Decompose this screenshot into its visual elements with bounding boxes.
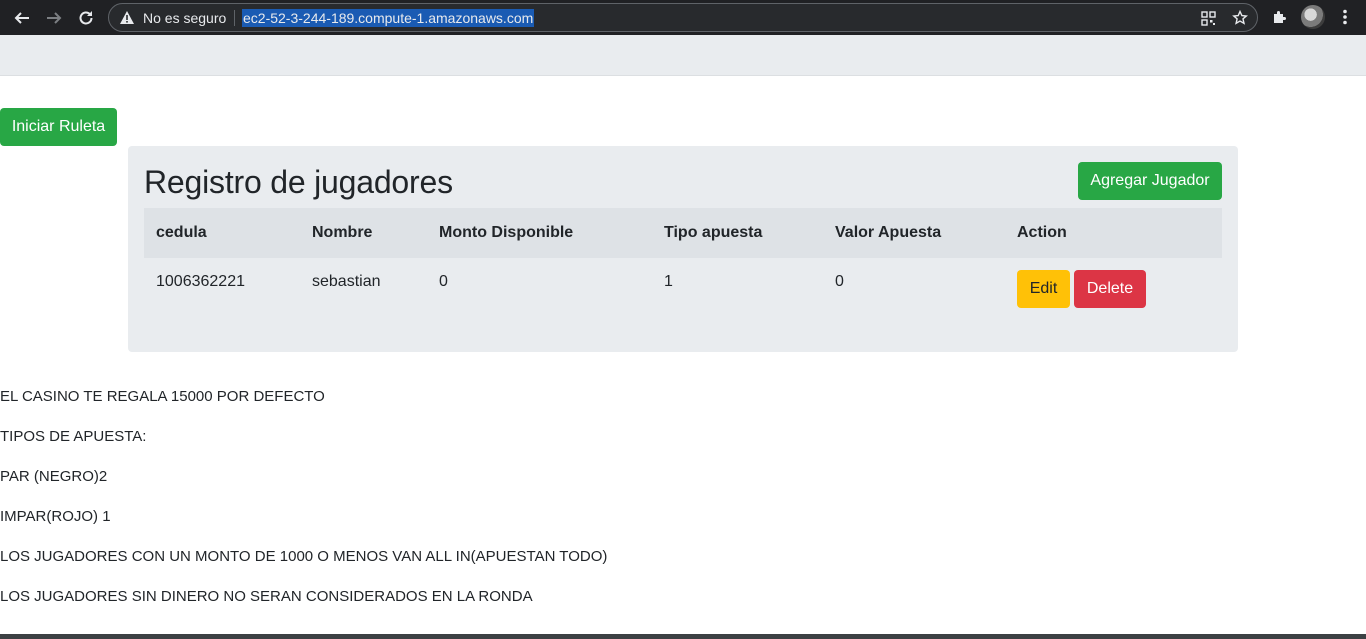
bookmark-star-icon[interactable] xyxy=(1231,9,1249,27)
address-bar[interactable]: No es seguro ec2-52-3-244-189.compute-1.… xyxy=(108,3,1258,32)
start-roulette-button[interactable]: Iniciar Ruleta xyxy=(0,108,117,146)
column-header-action: Action xyxy=(1017,224,1067,241)
forward-arrow-icon[interactable] xyxy=(40,4,68,32)
column-header-cedula: cedula xyxy=(156,224,207,241)
column-header-valor: Valor Apuesta xyxy=(835,224,942,241)
qr-code-icon[interactable] xyxy=(1199,9,1217,27)
cell-cedula: 1006362221 xyxy=(156,273,245,290)
back-arrow-icon[interactable] xyxy=(8,4,36,32)
page-title: Registro de jugadores xyxy=(144,164,453,200)
info-line: IMPAR(ROJO) 1 xyxy=(0,508,111,525)
cell-nombre: sebastian xyxy=(312,273,381,290)
info-line: LOS JUGADORES SIN DINERO NO SERAN CONSID… xyxy=(0,588,533,605)
cell-tipo: 1 xyxy=(664,273,673,290)
edit-button[interactable]: Edit xyxy=(1017,270,1070,308)
extensions-puzzle-icon[interactable] xyxy=(1269,5,1291,29)
info-line: TIPOS DE APUESTA: xyxy=(0,428,147,445)
window-bottom-edge xyxy=(0,634,1366,639)
info-line: PAR (NEGRO)2 xyxy=(0,468,108,485)
url-text[interactable]: ec2-52-3-244-189.compute-1.amazonaws.com xyxy=(242,9,535,27)
browser-toolbar: No es seguro ec2-52-3-244-189.compute-1.… xyxy=(0,0,1366,35)
security-label[interactable]: No es seguro xyxy=(143,10,226,26)
column-header-tipo: Tipo apuesta xyxy=(664,224,763,241)
info-line: LOS JUGADORES CON UN MONTO DE 1000 O MEN… xyxy=(0,548,608,565)
profile-avatar[interactable] xyxy=(1301,5,1325,29)
cell-valor: 0 xyxy=(835,273,844,290)
column-header-monto: Monto Disponible xyxy=(439,224,574,241)
top-navbar xyxy=(0,35,1366,76)
omnibox-divider xyxy=(234,10,235,26)
column-header-nombre: Nombre xyxy=(312,224,373,241)
reload-icon[interactable] xyxy=(72,4,100,32)
table-header: cedula Nombre Monto Disponible Tipo apue… xyxy=(144,208,1222,258)
player-registry-card: Registro de jugadores Agregar Jugador ce… xyxy=(128,146,1238,352)
add-player-button[interactable]: Agregar Jugador xyxy=(1078,162,1222,200)
cell-monto: 0 xyxy=(439,273,448,290)
menu-kebab-icon[interactable] xyxy=(1334,5,1356,29)
delete-button[interactable]: Delete xyxy=(1074,270,1146,308)
info-line: EL CASINO TE REGALA 15000 POR DEFECTO xyxy=(0,388,325,405)
warning-icon xyxy=(119,10,135,30)
